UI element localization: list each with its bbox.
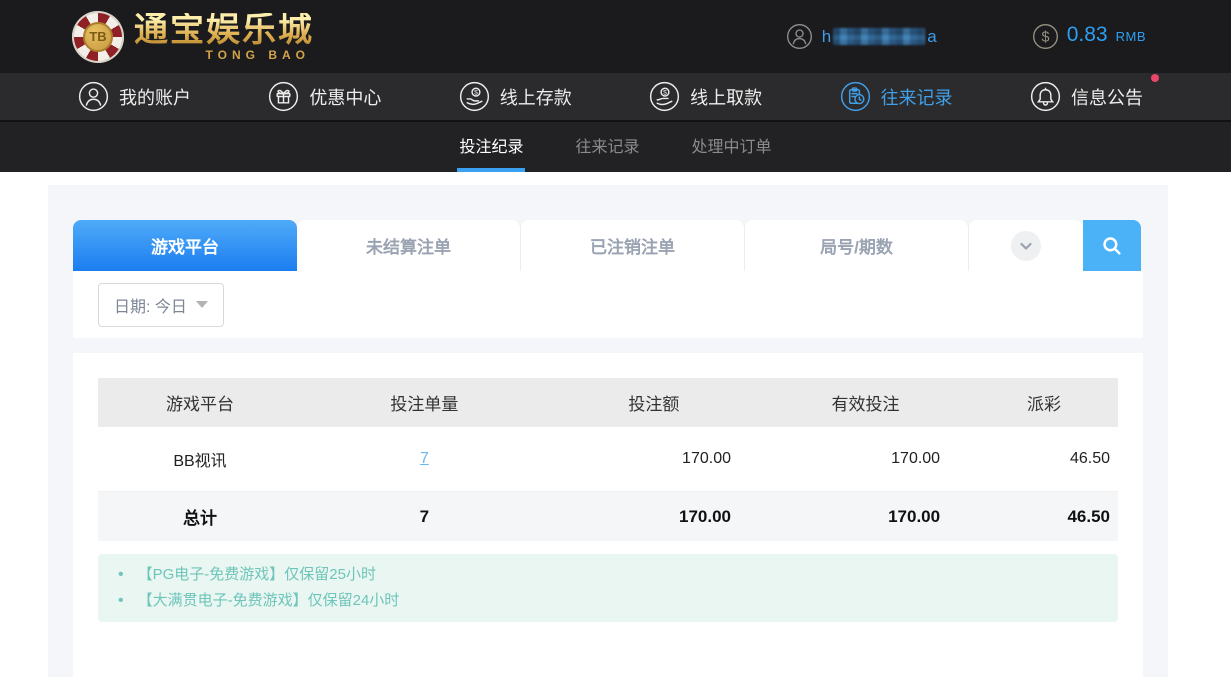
balance-display[interactable]: $ 0.83 RMB (1032, 23, 1146, 50)
col-header-bet-amount: 投注额 (547, 378, 761, 427)
col-header-valid-bet: 有效投注 (761, 378, 970, 427)
site-subtitle: TONG BAO (206, 49, 314, 61)
notice-line: • 【大满贯电子-免费游戏】仅保留24小时 (118, 588, 1098, 614)
gift-icon (268, 81, 299, 112)
search-icon (1099, 233, 1125, 259)
nav-item-withdraw[interactable]: $ 线上取款 (649, 81, 762, 112)
filter-tab-bar: 游戏平台 未结算注单 已注销注单 局号/期数 (73, 220, 1143, 271)
nav-label: 往来记录 (881, 84, 953, 110)
bell-icon (1030, 81, 1061, 112)
cell-valid-bet: 170.00 (761, 427, 970, 492)
nav-label: 线上取款 (690, 84, 762, 110)
table-total-row: 总计 7 170.00 170.00 46.50 (98, 492, 1118, 542)
chip-tb-label: TB (83, 22, 113, 52)
username-censor-blur (833, 28, 925, 45)
svg-text:$: $ (1041, 30, 1049, 46)
table-header-row: 游戏平台 投注单量 投注额 有效投注 派彩 (98, 378, 1118, 427)
cell-payout: 46.50 (970, 427, 1118, 492)
subnav-tab-bet-records[interactable]: 投注纪录 (457, 122, 525, 172)
chevron-down-icon (1011, 231, 1041, 261)
svg-text:$: $ (663, 90, 667, 97)
notice-text: 【大满贯电子-免费游戏】仅保留24小时 (138, 588, 400, 614)
date-filter-button[interactable]: 日期: 今日 (98, 283, 224, 327)
bet-count-link[interactable]: 7 (420, 450, 429, 467)
tab-cancelled-bets[interactable]: 已注销注单 (521, 220, 745, 271)
col-header-bet-count: 投注单量 (302, 378, 547, 427)
user-icon (786, 23, 813, 50)
tab-game-platform[interactable]: 游戏平台 (73, 220, 297, 271)
total-valid-bet: 170.00 (761, 492, 970, 542)
notice-line: • 【PG电子-免费游戏】仅保留25小时 (118, 562, 1098, 588)
table-row: BB视讯 7 170.00 170.00 46.50 (98, 427, 1118, 492)
col-header-payout: 派彩 (970, 378, 1118, 427)
account-summary[interactable]: ha (786, 23, 937, 50)
total-bet-count: 7 (302, 492, 547, 542)
total-payout: 46.50 (970, 492, 1118, 542)
results-panel: 游戏平台 投注单量 投注额 有效投注 派彩 BB视讯 7 170.00 170.… (73, 353, 1143, 677)
main-nav: 我的账户 优惠中心 $ 线上存款 $ 线上取款 (0, 73, 1231, 122)
bet-summary-table: 游戏平台 投注单量 投注额 有效投注 派彩 BB视讯 7 170.00 170.… (98, 378, 1118, 541)
cell-bet-amount: 170.00 (547, 427, 761, 492)
notification-dot-badge (1151, 74, 1159, 82)
col-header-platform: 游戏平台 (98, 378, 302, 427)
account-icon (78, 81, 109, 112)
nav-item-deposit[interactable]: $ 线上存款 (459, 81, 572, 112)
notice-box: • 【PG电子-免费游戏】仅保留25小时 • 【大满贯电子-免费游戏】仅保留24… (98, 554, 1118, 622)
site-title: 通宝娱乐城 (134, 13, 314, 47)
nav-label: 线上存款 (500, 84, 572, 110)
tab-dropdown-toggle[interactable] (969, 220, 1083, 271)
total-bet-amount: 170.00 (547, 492, 761, 542)
dollar-coin-icon: $ (1032, 23, 1059, 50)
caret-down-icon (196, 301, 208, 308)
nav-item-announcements[interactable]: 信息公告 (1030, 81, 1143, 112)
subnav-tab-processing-orders[interactable]: 处理中订单 (690, 122, 774, 172)
svg-text:$: $ (474, 90, 478, 97)
date-filter-panel: 日期: 今日 (73, 271, 1143, 338)
cell-platform: BB视讯 (98, 427, 302, 492)
bullet-icon: • (118, 562, 124, 588)
tab-unsettled-bets[interactable]: 未结算注单 (297, 220, 521, 271)
nav-label: 信息公告 (1071, 84, 1143, 110)
top-header: TB 通宝娱乐城 TONG BAO ha $ 0.83 RMB (0, 0, 1231, 73)
content-card: 游戏平台 未结算注单 已注销注单 局号/期数 日期: 今日 游戏平台 投注 (48, 185, 1168, 677)
username: ha (822, 27, 937, 47)
nav-item-records[interactable]: 往来记录 (840, 81, 953, 112)
cell-bet-count: 7 (302, 427, 547, 492)
nav-label: 优惠中心 (309, 84, 381, 110)
subnav-tab-transaction-records[interactable]: 往来记录 (573, 122, 641, 172)
nav-item-promotions[interactable]: 优惠中心 (268, 81, 381, 112)
date-filter-label: 日期: 今日 (114, 293, 187, 317)
search-button[interactable] (1083, 220, 1141, 271)
poker-chip-logo-icon: TB (72, 11, 124, 63)
site-logo[interactable]: TB 通宝娱乐城 TONG BAO (72, 11, 314, 63)
deposit-icon: $ (459, 81, 490, 112)
nav-item-my-account[interactable]: 我的账户 (78, 81, 191, 112)
nav-label: 我的账户 (119, 84, 191, 110)
tab-round-number[interactable]: 局号/期数 (745, 220, 969, 271)
balance-amount: 0.83 (1067, 23, 1108, 47)
records-icon (840, 81, 871, 112)
balance-currency: RMB (1116, 29, 1146, 44)
bullet-icon: • (118, 588, 124, 614)
total-label: 总计 (98, 492, 302, 542)
sub-nav: 投注纪录 往来记录 处理中订单 (0, 122, 1231, 172)
withdraw-icon: $ (649, 81, 680, 112)
notice-text: 【PG电子-免费游戏】仅保留25小时 (138, 562, 376, 588)
